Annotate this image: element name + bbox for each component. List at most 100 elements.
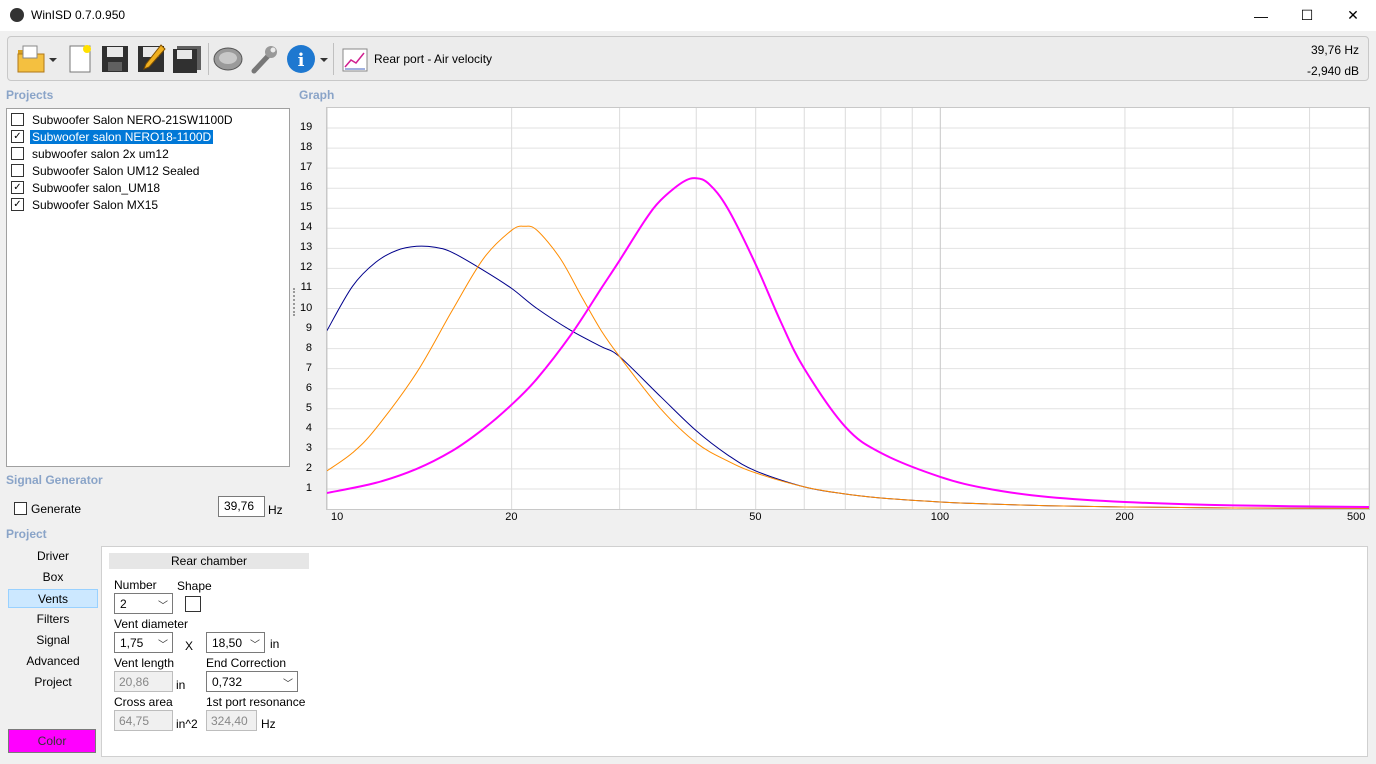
signal-frequency-unit: Hz <box>268 503 283 517</box>
open-folder-icon[interactable] <box>15 43 47 75</box>
cross-area-label: Cross area <box>114 695 173 709</box>
series-line-3 <box>326 177 1370 508</box>
chevron-down-icon: ﹀ <box>283 679 293 690</box>
project-item[interactable]: ✓ Subwoofer Salon MX15 <box>10 196 288 213</box>
y-tick-label: 15 <box>300 201 313 214</box>
nav-box[interactable]: Box <box>8 568 98 587</box>
save-as-icon[interactable] <box>135 43 167 75</box>
driver-speaker-icon[interactable] <box>212 43 244 75</box>
nav-filters[interactable]: Filters <box>8 610 98 629</box>
y-tick-label: 1 <box>305 481 312 494</box>
cursor-frequency-readout: 39,76 Hz <box>1310 43 1359 57</box>
project-checkbox[interactable]: ✓ <box>11 130 24 143</box>
x-tick-label: 50 <box>749 511 762 523</box>
project-checkbox[interactable] <box>11 164 24 177</box>
info-icon[interactable]: i <box>285 43 317 75</box>
chevron-down-icon: ﹀ <box>158 601 168 612</box>
vents-panel <box>101 546 1368 757</box>
signal-frequency-input[interactable]: 39,76 <box>218 496 265 517</box>
title-bar: WinISD 0.7.0.950 — ☐ ✕ <box>0 0 1376 31</box>
maximize-button[interactable]: ☐ <box>1284 0 1330 31</box>
y-tick-label: 16 <box>300 181 313 194</box>
y-tick-label: 13 <box>300 241 313 254</box>
wrench-icon[interactable] <box>248 43 280 75</box>
chevron-down-icon: ﹀ <box>158 640 168 651</box>
toolbar: i Rear port - Air velocity 39,76 Hz -2,9… <box>7 36 1369 81</box>
project-checkbox[interactable] <box>11 113 24 126</box>
new-document-icon[interactable] <box>63 43 95 75</box>
x-tick-label: 10 <box>331 511 344 523</box>
project-name: Subwoofer Salon UM12 Sealed <box>32 163 200 178</box>
graph-type-icon[interactable] <box>342 48 368 72</box>
second-dimension-unit: in <box>270 637 280 651</box>
y-tick-label: 8 <box>305 341 312 354</box>
vent-second-dimension-select[interactable]: 18,50 ﹀ <box>206 632 265 653</box>
project-item[interactable]: ✓ Subwoofer salon_UM18 <box>10 179 288 196</box>
project-checkbox[interactable] <box>11 147 24 160</box>
window-title: WinISD 0.7.0.950 <box>31 8 126 22</box>
generate-checkbox[interactable] <box>14 502 27 515</box>
project-checkbox[interactable]: ✓ <box>11 198 24 211</box>
save-icon[interactable] <box>99 43 131 75</box>
nav-vents[interactable]: Vents <box>8 589 98 608</box>
project-name: Subwoofer salon_UM18 <box>32 180 161 195</box>
vent-number-select[interactable]: 2 ﹀ <box>114 593 173 614</box>
generate-label: Generate <box>31 502 82 516</box>
vent-diameter-select[interactable]: 1,75 ﹀ <box>114 632 173 653</box>
project-checkbox[interactable]: ✓ <box>11 181 24 194</box>
project-item[interactable]: ✓ Subwoofer salon NERO18-1100D <box>10 128 288 145</box>
project-item[interactable]: Subwoofer Salon UM12 Sealed <box>10 162 288 179</box>
splitter-handle[interactable] <box>293 288 297 316</box>
project-group-label: Project <box>6 527 47 541</box>
close-button[interactable]: ✕ <box>1330 0 1376 31</box>
project-name: subwoofer salon 2x um12 <box>32 146 169 161</box>
nav-advanced[interactable]: Advanced <box>8 652 98 671</box>
end-correction-value: 0,732 <box>212 674 243 689</box>
y-tick-label: 3 <box>305 441 312 454</box>
number-label: Number <box>114 578 157 592</box>
graph-type-label[interactable]: Rear port - Air velocity <box>374 52 492 66</box>
y-tick-label: 11 <box>300 281 312 294</box>
y-tick-label: 14 <box>300 221 313 234</box>
vent-length-label: Vent length <box>114 656 175 670</box>
x-tick-label: 200 <box>1115 511 1134 523</box>
vent-diameter-value: 1,75 <box>120 635 144 650</box>
cross-area-unit: in^2 <box>176 717 198 731</box>
nav-signal[interactable]: Signal <box>8 631 98 650</box>
vent-second-dimension-value: 18,50 <box>212 635 243 650</box>
project-name: Subwoofer Salon MX15 <box>32 197 159 212</box>
chevron-down-icon[interactable] <box>319 55 329 65</box>
nav-driver[interactable]: Driver <box>8 547 98 566</box>
y-tick-label: 19 <box>300 121 313 134</box>
y-tick-label: 5 <box>305 401 312 414</box>
graph-plot[interactable] <box>326 108 1370 509</box>
chevron-down-icon[interactable] <box>48 55 58 65</box>
x-tick-label: 20 <box>505 511 518 523</box>
graph-group-label: Graph <box>299 88 335 102</box>
project-name: Subwoofer salon NERO18-1100D <box>28 128 215 145</box>
y-tick-label: 10 <box>300 301 313 314</box>
svg-text:i: i <box>298 50 305 71</box>
vent-diameter-label: Vent diameter <box>114 617 189 631</box>
y-tick-label: 7 <box>305 361 312 374</box>
shape-checkbox[interactable] <box>185 596 201 612</box>
project-item[interactable]: subwoofer salon 2x um12 <box>10 145 288 162</box>
minimize-button[interactable]: — <box>1238 0 1284 31</box>
dimension-separator: X <box>185 639 194 653</box>
end-correction-select[interactable]: 0,732 ﹀ <box>206 671 298 692</box>
toolbar-separator <box>208 43 209 75</box>
project-item[interactable]: Subwoofer Salon NERO-21SW1100D <box>10 111 288 128</box>
projects-list[interactable]: Subwoofer Salon NERO-21SW1100D ✓ Subwoof… <box>6 108 290 467</box>
x-tick-label: 100 <box>930 511 950 523</box>
y-tick-label: 2 <box>305 461 312 474</box>
chevron-down-icon: ﹀ <box>250 640 260 651</box>
port-resonance-unit: Hz <box>261 717 276 731</box>
save-all-icon[interactable] <box>171 43 203 75</box>
color-button[interactable]: Color <box>8 729 96 753</box>
cross-area-field: 64,75 <box>114 710 173 731</box>
graph-area[interactable] <box>326 107 1370 510</box>
nav-project[interactable]: Project <box>8 673 98 692</box>
y-tick-label: 18 <box>300 141 313 154</box>
y-tick-label: 17 <box>300 161 313 174</box>
x-tick-label: 500 <box>1347 511 1366 523</box>
